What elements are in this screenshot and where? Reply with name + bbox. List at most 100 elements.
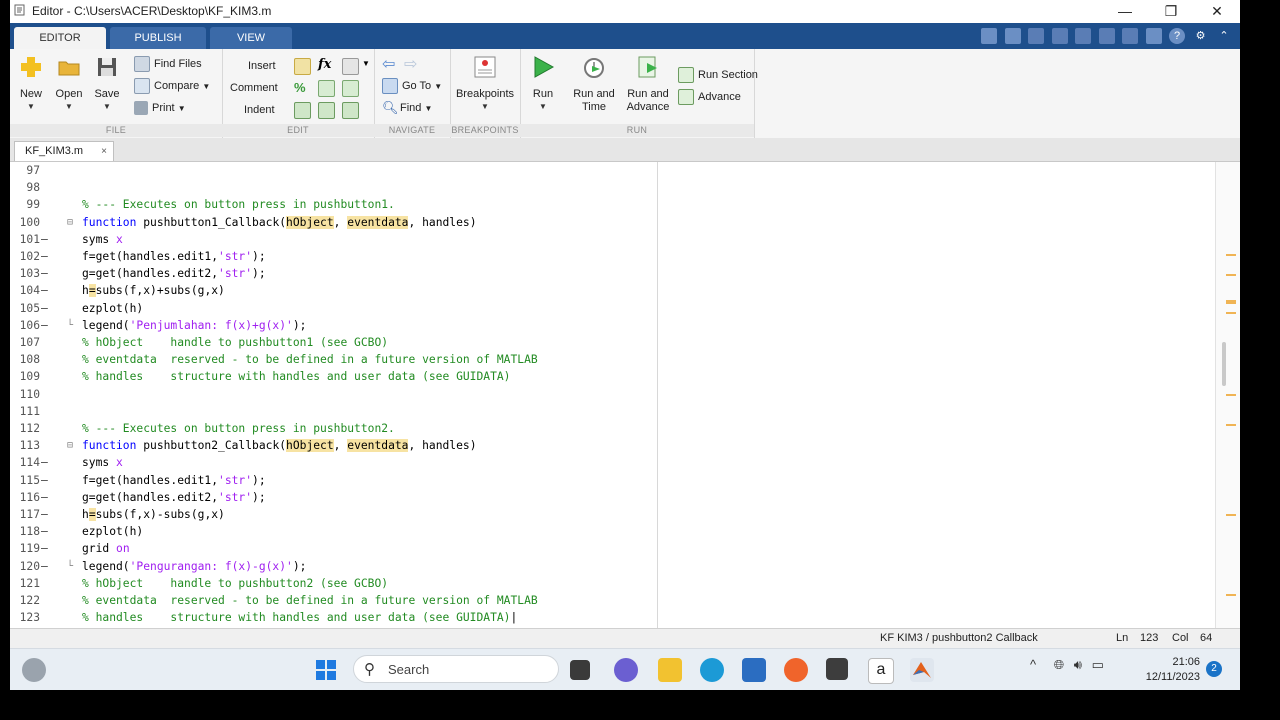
breakpoint-marker[interactable]: —: [41, 506, 51, 523]
code-line[interactable]: 102— f=get(handles.edit1,'str');: [10, 248, 650, 265]
notification-badge[interactable]: 2: [1206, 661, 1222, 677]
code-line[interactable]: 103— g=get(handles.edit2,'str');: [10, 265, 650, 282]
breakpoint-marker[interactable]: —: [41, 489, 51, 506]
warning-marker[interactable]: [1226, 594, 1236, 596]
code-fold-icon[interactable]: ⊟: [67, 437, 77, 454]
wrap-comments-icon[interactable]: [342, 80, 359, 97]
dropbox-icon[interactable]: [826, 658, 848, 680]
warning-marker[interactable]: [1226, 274, 1236, 276]
scrollbar-thumb[interactable]: [1222, 342, 1226, 386]
code-line[interactable]: 101— syms x: [10, 231, 650, 248]
warning-marker[interactable]: [1226, 424, 1236, 426]
minimize-button[interactable]: —: [1102, 0, 1148, 23]
code-line[interactable]: 111: [10, 403, 650, 420]
advance-button[interactable]: Advance: [678, 88, 741, 106]
teams-chat-icon[interactable]: [614, 658, 638, 682]
close-button[interactable]: ✕: [1194, 0, 1240, 23]
maximize-button[interactable]: ❐: [1148, 0, 1194, 23]
task-view-icon[interactable]: [570, 660, 590, 680]
breakpoint-marker[interactable]: —: [41, 300, 51, 317]
redo-icon[interactable]: [1122, 27, 1139, 44]
warning-marker[interactable]: [1226, 514, 1236, 516]
amazon-icon[interactable]: a: [868, 658, 894, 684]
insert-button[interactable]: Insert: [248, 57, 276, 75]
show-hidden-icons-button[interactable]: ^: [1030, 657, 1036, 672]
start-icon[interactable]: [314, 658, 338, 682]
code-fold-icon[interactable]: ⊟: [67, 214, 77, 231]
document-tab[interactable]: KF_KIM3.m ×: [14, 141, 114, 161]
layout-icon[interactable]: [981, 27, 998, 44]
run-section-button[interactable]: Run Section: [678, 66, 758, 84]
copy-icon[interactable]: [1051, 27, 1068, 44]
decrease-indent-icon[interactable]: [342, 102, 359, 119]
warning-marker[interactable]: [1226, 312, 1236, 314]
code-line[interactable]: 120— └ legend('Pengurangan: f(x)-g(x)');: [10, 558, 650, 575]
taskbar-search-box[interactable]: ⚲ Search: [353, 655, 559, 683]
increase-indent-icon[interactable]: [318, 102, 335, 119]
tab-editor[interactable]: EDITOR: [14, 27, 106, 49]
breakpoint-marker[interactable]: —: [41, 231, 51, 248]
breakpoint-marker[interactable]: —: [41, 317, 51, 334]
run-and-advance-button[interactable]: Run and Advance: [622, 55, 674, 114]
taskbar-clock[interactable]: 21:06 12/11/2023: [1138, 655, 1200, 685]
code-fold-icon[interactable]: └: [67, 558, 77, 575]
breakpoints-button[interactable]: Breakpoints ▼: [454, 55, 516, 111]
help-icon[interactable]: ?: [1169, 27, 1186, 44]
code-line[interactable]: 108 % eventdata reserved - to be defined …: [10, 351, 650, 368]
comment-icon[interactable]: %: [294, 80, 309, 95]
warning-marker[interactable]: [1226, 300, 1236, 304]
code-line[interactable]: 106— └ legend('Penjumlahan: f(x)+g(x)');: [10, 317, 650, 334]
breakpoint-marker[interactable]: —: [41, 282, 51, 299]
vertical-scrollbar[interactable]: [1215, 162, 1240, 628]
pin-icon[interactable]: ⌃: [1216, 27, 1232, 44]
microsoft-store-icon[interactable]: [742, 658, 766, 682]
code-line[interactable]: 109 % handles structure with handles and …: [10, 368, 650, 385]
code-line[interactable]: 97: [10, 162, 650, 179]
edge-browser-icon[interactable]: [700, 658, 724, 682]
code-line[interactable]: 118— ezplot(h): [10, 523, 650, 540]
code-line[interactable]: 123 % handles structure with handles and …: [10, 609, 650, 626]
breakpoint-marker[interactable]: —: [41, 540, 51, 557]
close-tab-icon[interactable]: ×: [101, 142, 107, 161]
breakpoint-marker[interactable]: —: [41, 523, 51, 540]
firefox-icon[interactable]: [784, 658, 808, 682]
warning-marker[interactable]: [1226, 394, 1236, 396]
back-icon[interactable]: ⇦: [382, 57, 397, 73]
code-line[interactable]: 99 % --- Executes on button press in push…: [10, 196, 650, 213]
insert-menu-caret[interactable]: ▼: [362, 59, 370, 68]
new-button[interactable]: New ▼: [16, 55, 46, 111]
code-line[interactable]: 113 ⊟ function pushbutton2_Callback(hObjec…: [10, 437, 650, 454]
code-line[interactable]: 107 % hObject handle to pushbutton1 (see …: [10, 334, 650, 351]
code-line[interactable]: 116— g=get(handles.edit2,'str');: [10, 489, 650, 506]
open-button[interactable]: Open ▼: [54, 55, 84, 111]
switch-windows-icon[interactable]: [1145, 27, 1162, 44]
breakpoint-marker[interactable]: —: [41, 265, 51, 282]
uncomment-icon[interactable]: [318, 80, 335, 97]
code-line[interactable]: 122 % eventdata reserved - to be defined …: [10, 592, 650, 609]
battery-icon[interactable]: ▭: [1092, 657, 1104, 672]
code-line[interactable]: 98: [10, 179, 650, 196]
tab-publish[interactable]: PUBLISH: [110, 27, 206, 49]
run-button[interactable]: Run ▼: [528, 55, 558, 111]
find-files-button[interactable]: Find Files: [134, 55, 202, 73]
smart-indent-icon[interactable]: [294, 102, 311, 119]
breakpoint-marker[interactable]: —: [41, 248, 51, 265]
insert-function-icon[interactable]: fx: [318, 57, 333, 72]
file-explorer-icon[interactable]: [658, 658, 682, 682]
compare-button[interactable]: Compare ▼: [134, 77, 210, 95]
code-line[interactable]: 117— h=subs(f,x)-subs(g,x): [10, 506, 650, 523]
code-fold-icon[interactable]: └: [67, 317, 77, 334]
code-line[interactable]: 110: [10, 386, 650, 403]
paste-icon[interactable]: [1075, 27, 1092, 44]
breakpoint-marker[interactable]: —: [41, 454, 51, 471]
code-line[interactable]: 112 % --- Executes on button press in pus…: [10, 420, 650, 437]
go-to-button[interactable]: Go To ▼: [382, 77, 442, 95]
code-line[interactable]: 115— f=get(handles.edit1,'str');: [10, 472, 650, 489]
code-line[interactable]: 121 % hObject handle to pushbutton2 (see …: [10, 575, 650, 592]
insert-section-icon[interactable]: [294, 58, 311, 75]
cut-icon[interactable]: [1028, 27, 1045, 44]
code-editor[interactable]: 97 98 99 % --- Executes on button press in …: [10, 162, 1240, 628]
widgets-icon[interactable]: [22, 658, 46, 682]
save-button[interactable]: Save ▼: [92, 55, 122, 111]
insert-figure-icon[interactable]: [342, 58, 359, 75]
